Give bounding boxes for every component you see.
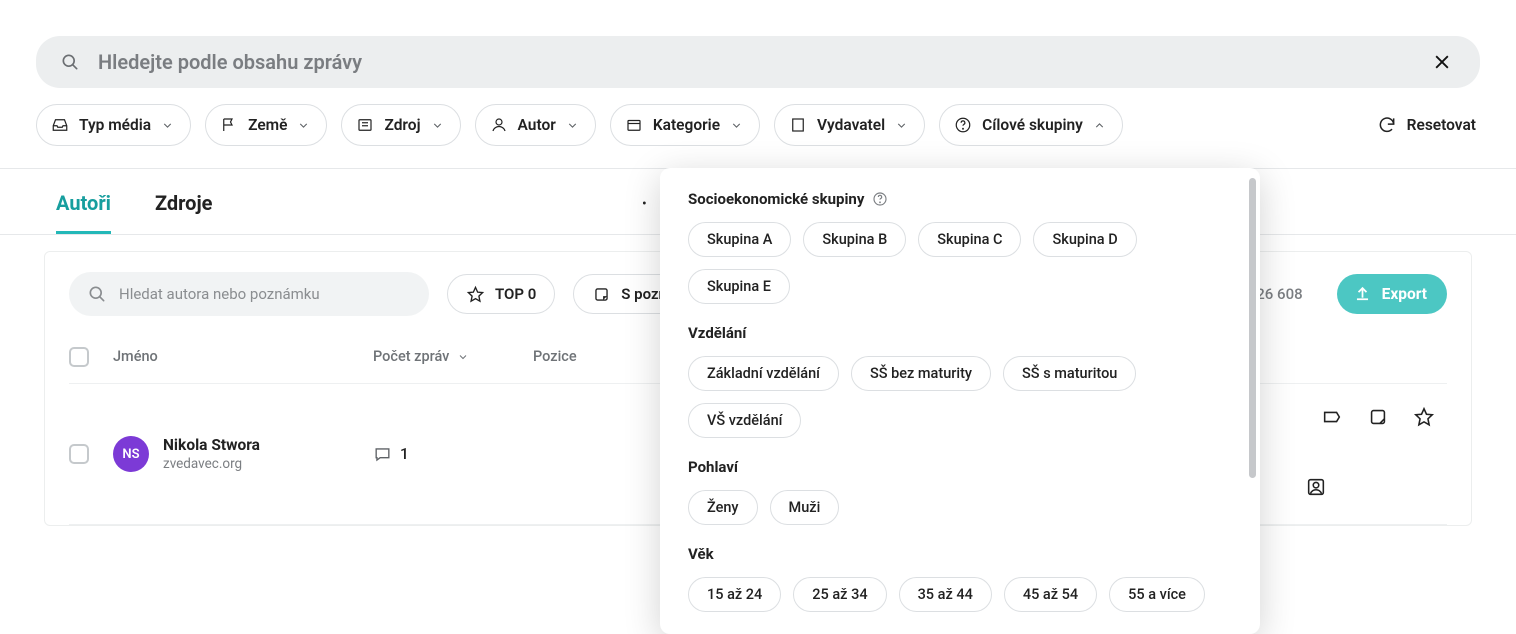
filter-source[interactable]: Zdroj <box>341 104 460 146</box>
chip-age-15-24[interactable]: 15 až 24 <box>688 577 781 612</box>
msg-count-cell: 1 <box>373 445 533 464</box>
chip-male[interactable]: Muži <box>770 490 840 525</box>
tab-authors[interactable]: Autoři <box>56 191 111 234</box>
author-source: zvedavec.org <box>163 456 260 472</box>
chat-icon <box>373 445 392 464</box>
user-icon <box>490 116 508 134</box>
chip-skupina-c[interactable]: Skupina C <box>918 222 1021 257</box>
filter-country[interactable]: Země <box>205 104 327 146</box>
dd-heading-age: Věk <box>688 545 1232 563</box>
chevron-down-icon <box>566 119 579 132</box>
export-button[interactable]: Export <box>1337 274 1447 314</box>
building-icon <box>789 116 807 134</box>
tab-sources[interactable]: Zdroje <box>155 191 213 234</box>
chip-age-45-54[interactable]: 45 až 54 <box>1004 577 1097 612</box>
star-action[interactable] <box>1413 406 1435 432</box>
chevron-down-icon <box>431 119 444 132</box>
column-name[interactable]: Jméno <box>113 348 373 365</box>
folder-icon <box>625 116 643 134</box>
reset-button[interactable]: Resetovat <box>1377 115 1480 135</box>
inner-search-input[interactable] <box>107 285 411 303</box>
search-icon <box>87 284 107 304</box>
help-icon[interactable] <box>872 191 888 207</box>
refresh-icon <box>1377 115 1397 135</box>
chip-age-35-44[interactable]: 35 až 44 <box>899 577 992 612</box>
chip-skupina-d[interactable]: Skupina D <box>1033 222 1136 257</box>
chevron-up-icon <box>1093 119 1106 132</box>
chip-skupina-a[interactable]: Skupina A <box>688 222 791 257</box>
search-icon <box>60 52 80 72</box>
note-icon <box>1367 406 1389 428</box>
filter-label: Autor <box>518 116 556 134</box>
upload-icon <box>1353 285 1372 304</box>
chip-edu-basic[interactable]: Základní vzdělání <box>688 356 839 391</box>
global-search-input[interactable] <box>80 50 1428 74</box>
filter-label: Typ média <box>79 116 151 134</box>
filter-publisher[interactable]: Vydavatel <box>774 104 925 146</box>
filters-row: Typ média Země Zdroj Autor Kategorie Vyd… <box>0 88 1516 169</box>
filter-label: Země <box>248 116 287 134</box>
chevron-down-icon <box>161 119 174 132</box>
export-label: Export <box>1382 285 1427 303</box>
author-name[interactable]: Nikola Stwora <box>163 436 260 454</box>
filter-label: Kategorie <box>653 116 720 134</box>
help-icon <box>954 116 972 134</box>
filter-target-groups[interactable]: Cílové skupiny <box>939 104 1123 146</box>
chip-edu-vs[interactable]: VŠ vzdělání <box>688 403 801 438</box>
close-icon <box>1432 52 1452 72</box>
chip-skupina-e[interactable]: Skupina E <box>688 269 790 304</box>
top-label: TOP 0 <box>495 285 536 303</box>
filter-author[interactable]: Autor <box>475 104 596 146</box>
clear-search-button[interactable] <box>1428 48 1456 76</box>
chip-edu-ss-yes[interactable]: SŠ s maturitou <box>1003 356 1136 391</box>
filter-category[interactable]: Kategorie <box>610 104 760 146</box>
tag-icon <box>1321 406 1343 428</box>
chip-female[interactable]: Ženy <box>688 490 758 525</box>
target-groups-dropdown: Socioekonomické skupiny Skupina A Skupin… <box>660 168 1260 634</box>
reset-label: Resetovat <box>1407 116 1476 134</box>
news-icon <box>356 116 374 134</box>
chevron-down-icon <box>297 119 310 132</box>
global-search-bar[interactable] <box>36 36 1480 88</box>
user-square-icon <box>1305 476 1327 498</box>
note-icon <box>592 285 611 304</box>
dd-heading-gender: Pohlaví <box>688 458 1232 476</box>
filter-media-type[interactable]: Typ média <box>36 104 191 146</box>
column-msg-count[interactable]: Počet zpráv <box>373 348 533 365</box>
chevron-down-icon <box>457 351 469 363</box>
chip-edu-ss-no[interactable]: SŠ bez maturity <box>851 356 991 391</box>
flag-icon <box>220 116 238 134</box>
inbox-icon <box>51 116 69 134</box>
row-checkbox[interactable] <box>69 444 89 464</box>
tag-action[interactable] <box>1321 406 1343 432</box>
dd-heading-socio: Socioekonomické skupiny <box>688 190 1232 208</box>
filter-label: Zdroj <box>384 116 420 134</box>
dropdown-scrollbar[interactable] <box>1249 178 1256 478</box>
filter-label: Vydavatel <box>817 116 885 134</box>
chip-age-55plus[interactable]: 55 a více <box>1109 577 1205 612</box>
chevron-down-icon <box>730 119 743 132</box>
inner-search[interactable] <box>69 272 429 316</box>
chip-skupina-b[interactable]: Skupina B <box>803 222 906 257</box>
filter-label: Cílové skupiny <box>982 116 1083 134</box>
dd-heading-edu: Vzdělání <box>688 324 1232 342</box>
star-icon <box>1413 406 1435 428</box>
select-all-checkbox[interactable] <box>69 347 89 367</box>
note-action[interactable] <box>1367 406 1389 432</box>
profile-action[interactable] <box>1305 476 1327 502</box>
star-icon <box>466 285 485 304</box>
chip-age-25-34[interactable]: 25 až 34 <box>793 577 886 612</box>
avatar: NS <box>113 436 149 472</box>
top-chip[interactable]: TOP 0 <box>447 274 555 314</box>
chevron-down-icon <box>895 119 908 132</box>
